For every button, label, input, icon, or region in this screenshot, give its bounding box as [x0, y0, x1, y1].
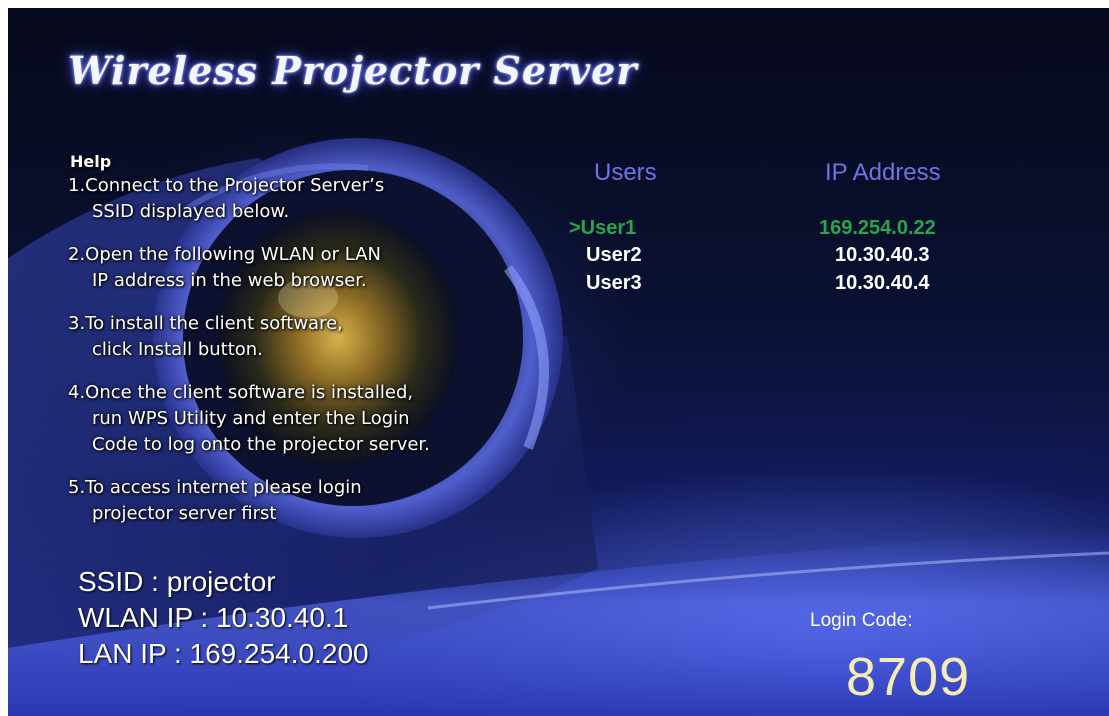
help-step-5-line-1: 5.To access internet please login — [68, 477, 362, 498]
app-title: Wireless Projector Server — [68, 48, 638, 93]
help-step-5-line-2: projector server first — [92, 503, 277, 524]
network-info: SSID : projector WLAN IP : 10.30.40.1 LA… — [78, 564, 369, 672]
ip-address-column-header: IP Address — [825, 159, 941, 186]
help-step-1-line-2: SSID displayed below. — [92, 201, 290, 222]
wlan-ip-label: WLAN IP : 10.30.40.1 — [78, 602, 349, 633]
login-code-label: Login Code: — [810, 610, 913, 631]
help-step-2-line-2: IP address in the web browser. — [92, 270, 367, 291]
user-row-3-name[interactable]: User3 — [586, 272, 642, 295]
login-code-value: 8709 — [846, 647, 971, 707]
user-row-3-ip: 10.30.40.4 — [835, 272, 930, 294]
user-row-2-ip: 10.30.40.3 — [835, 244, 930, 266]
users-column-header: Users — [594, 159, 657, 186]
user-row-2-name[interactable]: User2 — [586, 244, 642, 267]
help-step-5: 5.To access internet please login projec… — [68, 475, 588, 527]
help-step-1-line-1: 1.Connect to the Projector Server’s — [68, 175, 385, 196]
help-step-2: 2.Open the following WLAN or LAN IP addr… — [68, 242, 588, 294]
ssid-label: SSID : projector — [78, 566, 276, 597]
help-step-3-line-2: click Install button. — [92, 339, 263, 360]
help-heading: Help — [70, 152, 112, 171]
user-row-1-name[interactable]: >User1 — [569, 217, 636, 240]
help-step-3: 3.To install the client software, click … — [68, 311, 588, 363]
help-step-4-line-1: 4.Once the client software is installed, — [68, 382, 414, 403]
user-row-1-ip: 169.254.0.22 — [819, 217, 936, 239]
help-step-1: 1.Connect to the Projector Server’s SSID… — [68, 173, 588, 225]
lan-ip-label: LAN IP : 169.254.0.200 — [78, 638, 369, 669]
help-step-4: 4.Once the client software is installed,… — [68, 380, 588, 458]
help-panel: Help 1.Connect to the Projector Server’s… — [68, 152, 588, 544]
projector-screen: Wireless Projector Server Help 1.Connect… — [8, 8, 1109, 716]
help-step-3-line-1: 3.To install the client software, — [68, 313, 343, 334]
help-step-2-line-1: 2.Open the following WLAN or LAN — [68, 244, 381, 265]
help-step-4-line-3: Code to log onto the projector server. — [92, 434, 430, 455]
help-step-4-line-2: run WPS Utility and enter the Login — [92, 408, 410, 429]
